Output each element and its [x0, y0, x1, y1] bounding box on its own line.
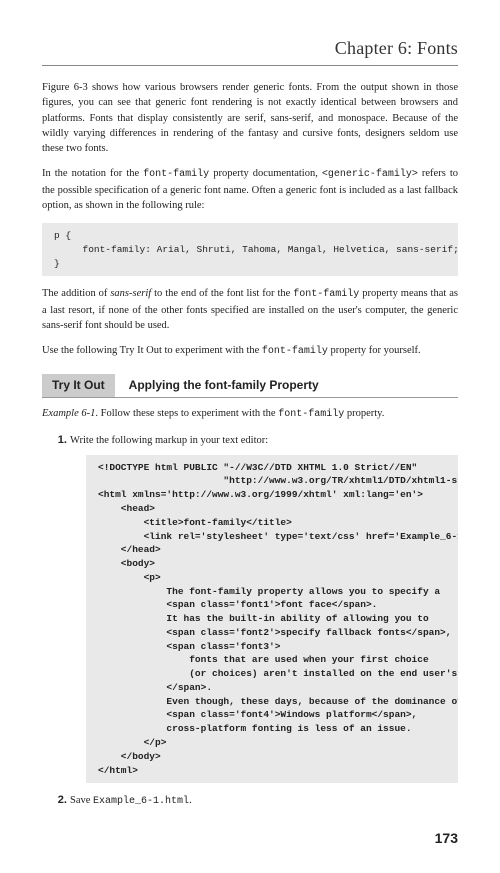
step-2: Save Example_6-1.html. — [70, 793, 458, 810]
step-1: Write the following markup in your text … — [70, 433, 458, 784]
try-it-out-badge: Try It Out — [42, 374, 115, 397]
inline-code: font-family — [262, 346, 328, 357]
try-it-out-header: Try It Out Applying the font-family Prop… — [42, 374, 458, 398]
text: . Follow these steps to experiment with … — [95, 408, 278, 419]
step-1-text: Write the following markup in your text … — [70, 435, 268, 446]
paragraph-2: In the notation for the font-family prop… — [42, 166, 458, 213]
step-2-text: Save Example_6-1.html. — [70, 795, 192, 806]
text: . — [189, 795, 192, 806]
text: Save — [70, 795, 93, 806]
page-number: 173 — [42, 828, 458, 848]
steps-list: Write the following markup in your text … — [42, 433, 458, 810]
text: to the end of the font list for the — [151, 288, 293, 299]
inline-code: Example_6-1.html — [93, 796, 189, 807]
inline-code: <generic-family> — [322, 169, 418, 180]
italic-text: sans-serif — [110, 288, 151, 299]
example-intro: Example 6-1. Follow these steps to exper… — [42, 406, 458, 423]
chapter-title: Chapter 6: Fonts — [42, 35, 458, 66]
inline-code: font-family — [143, 169, 209, 180]
text: property. — [344, 408, 384, 419]
text: In the notation for the — [42, 168, 143, 179]
text: property documentation, — [209, 168, 322, 179]
paragraph-3: The addition of sans-serif to the end of… — [42, 286, 458, 333]
example-ref: Example 6-1 — [42, 408, 95, 419]
inline-code: font-family — [278, 409, 344, 420]
paragraph-4: Use the following Try It Out to experime… — [42, 343, 458, 360]
code-block-rule: p { font-family: Arial, Shruti, Tahoma, … — [42, 223, 458, 276]
paragraph-1: Figure 6-3 shows how various browsers re… — [42, 80, 458, 156]
inline-code: font-family — [293, 289, 359, 300]
text: property for yourself. — [328, 345, 421, 356]
try-it-out-title: Applying the font-family Property — [115, 374, 329, 397]
text: The addition of — [42, 288, 110, 299]
text: Use the following Try It Out to experime… — [42, 345, 262, 356]
code-block-markup: <!DOCTYPE html PUBLIC "-//W3C//DTD XHTML… — [86, 455, 458, 784]
